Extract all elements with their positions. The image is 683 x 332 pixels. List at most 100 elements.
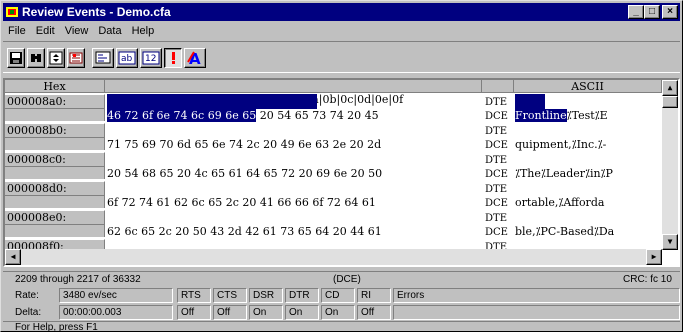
row-address-spacer <box>5 138 105 150</box>
event-grid[interactable]: Hex 00|01|02|03|04|05|06|07|08|09|0a|0b|… <box>3 78 680 267</box>
display-setup-button[interactable] <box>92 48 114 68</box>
minimize-button[interactable]: _ <box>628 5 644 19</box>
close-icon: × <box>667 6 673 17</box>
menu-data[interactable]: Data <box>93 25 126 37</box>
row-address[interactable]: 000008c0: <box>5 152 105 167</box>
font-button[interactable]: A <box>184 48 206 68</box>
signal-dtr-value: On <box>285 305 319 320</box>
rate-label: Rate: <box>15 290 39 301</box>
table-row[interactable]: 62 6c 65 2c 20 50 43 2d 42 61 73 65 64 2… <box>107 225 382 239</box>
signal-dsr-value: On <box>249 305 283 320</box>
scroll-up-button[interactable]: ▲ <box>662 80 678 96</box>
header-offset: 0c <box>340 93 354 106</box>
help-hint: For Help, press F1 <box>15 322 98 332</box>
table-row[interactable]: 71 75 69 70 6d 65 6e 74 2c 20 49 6e 63 2… <box>107 138 381 152</box>
find-icon <box>31 54 41 62</box>
bit12-icon: 12 <box>142 51 160 65</box>
window-title: Review Events - Demo.cfa <box>22 5 171 19</box>
save-button[interactable] <box>7 48 25 68</box>
side-label-dce: DCE <box>485 227 508 238</box>
column-header-ascii[interactable]: ASCII <box>514 80 662 93</box>
horizontal-scrollbar[interactable]: ◀ ▶ <box>5 249 662 265</box>
find-button[interactable] <box>27 48 45 68</box>
column-header-hex[interactable]: Hex <box>5 80 105 93</box>
header-offset: 0b <box>322 93 337 106</box>
arrow-right-icon: ▶ <box>651 252 657 261</box>
menu-help[interactable]: Help <box>127 25 160 37</box>
menu-edit[interactable]: Edit <box>31 25 60 37</box>
save-icon <box>10 52 22 64</box>
scroll-left-button[interactable]: ◀ <box>5 249 21 265</box>
ascii-text: ⁒Test⁒E <box>566 109 608 122</box>
side-label-dce: DCE <box>485 111 508 122</box>
selection-highlight <box>107 94 317 109</box>
review-events-window: Review Events - Demo.cfa _ □ × File Edit… <box>0 0 683 332</box>
header-offset: 0e <box>374 93 389 106</box>
delta-label: Delta: <box>15 307 42 318</box>
errors-value <box>393 305 680 320</box>
maximize-button[interactable]: □ <box>644 5 660 19</box>
side-indicator: (DCE) <box>333 274 361 285</box>
hex-values: 62 6c 65 2c 20 50 43 2d 42 61 73 65 64 2… <box>107 225 382 238</box>
ascii-text: ⁒The⁒Leader⁒in⁒P <box>515 167 613 180</box>
menu-file[interactable]: File <box>3 25 31 37</box>
hex-values: 20 54 68 65 20 4c 65 61 64 65 72 20 69 6… <box>107 167 383 180</box>
side-label-dce: DCE <box>485 169 508 180</box>
table-row[interactable]: 6f 72 74 61 62 6c 65 2c 20 41 66 66 6f 7… <box>107 196 376 210</box>
title-bar[interactable]: Review Events - Demo.cfa _ □ × <box>3 3 680 21</box>
table-row[interactable]: 46 72 6f 6e 74 6c 69 6e 65 20 54 65 73 7… <box>107 109 379 123</box>
scroll-down-button[interactable]: ▼ <box>662 234 678 250</box>
hex-selected: 46 72 6f 6e 74 6c 69 6e 65 <box>107 109 257 122</box>
signal-rts-value: Off <box>177 305 211 320</box>
ascii-text: ortable,⁒Afforda <box>515 196 605 209</box>
status-row-range: 2209 through 2217 of 36332 (DCE) CRC: fc… <box>3 271 680 286</box>
db-icon <box>69 52 83 64</box>
ab-button[interactable]: ab <box>116 48 138 68</box>
table-row[interactable]: 20 54 68 65 20 4c 65 61 64 65 72 20 69 6… <box>107 167 382 181</box>
ascii-row[interactable]: ortable,⁒Afforda <box>515 196 604 210</box>
filter-button[interactable] <box>47 48 65 68</box>
row-address[interactable]: 000008d0: <box>5 181 105 196</box>
errors-label: Errors <box>393 288 680 303</box>
vertical-scrollbar[interactable]: ▲ ▼ <box>662 80 678 250</box>
column-header-offsets[interactable]: 00|01|02|03|04|05|06|07|08|09|0a|0b|0c|0… <box>105 80 482 106</box>
filter-icon <box>49 51 63 65</box>
event-range: 2209 through 2217 of 36332 <box>15 274 141 285</box>
row-address-spacer <box>5 225 105 237</box>
ascii-row[interactable]: ble,⁒PC-Based⁒Da <box>515 225 614 239</box>
database-button[interactable] <box>67 48 85 68</box>
row-address[interactable]: 000008a0: <box>5 94 105 109</box>
row-address[interactable]: 000008b0: <box>5 123 105 138</box>
ascii-selection-top <box>515 94 545 109</box>
ascii-row[interactable]: Frontline⁒Test⁒E <box>515 109 608 123</box>
display-setup-icon <box>95 51 111 64</box>
signal-cts-value: Off <box>213 305 247 320</box>
header-offset: 0f <box>392 93 404 106</box>
signal-cd-label: CD <box>321 288 355 303</box>
status-row-delta: Delta: 00:00:00.003 Off Off On On On Off <box>3 305 680 321</box>
app-icon[interactable] <box>5 5 19 19</box>
column-header-side[interactable] <box>482 80 514 93</box>
svg-text:ab: ab <box>121 54 133 64</box>
font-a-icon: A <box>187 50 201 66</box>
signal-ri-value: Off <box>357 305 391 320</box>
side-label-dte: DTE <box>485 184 507 195</box>
svg-text:12: 12 <box>145 54 156 64</box>
signal-dtr-label: DTR <box>285 288 319 303</box>
side-label-dte: DTE <box>485 126 507 137</box>
signal-cts-label: CTS <box>213 288 247 303</box>
bit12-button[interactable]: 12 <box>140 48 162 68</box>
exclamation-button[interactable] <box>164 48 182 68</box>
minimize-icon: _ <box>633 6 639 17</box>
ascii-row[interactable]: ⁒The⁒Leader⁒in⁒P <box>515 167 613 181</box>
scroll-right-button[interactable]: ▶ <box>646 249 662 265</box>
scroll-thumb[interactable] <box>662 96 678 108</box>
signal-cd-value: On <box>321 305 355 320</box>
signal-ri-label: RI <box>357 288 391 303</box>
menu-view[interactable]: View <box>60 25 94 37</box>
close-button[interactable]: × <box>662 5 678 19</box>
row-address[interactable]: 000008e0: <box>5 210 105 225</box>
side-label-dte: DTE <box>485 97 507 108</box>
ascii-row[interactable]: quipment,⁒Inc.⁒- <box>515 138 606 152</box>
delta-value: 00:00:00.003 <box>59 305 173 320</box>
